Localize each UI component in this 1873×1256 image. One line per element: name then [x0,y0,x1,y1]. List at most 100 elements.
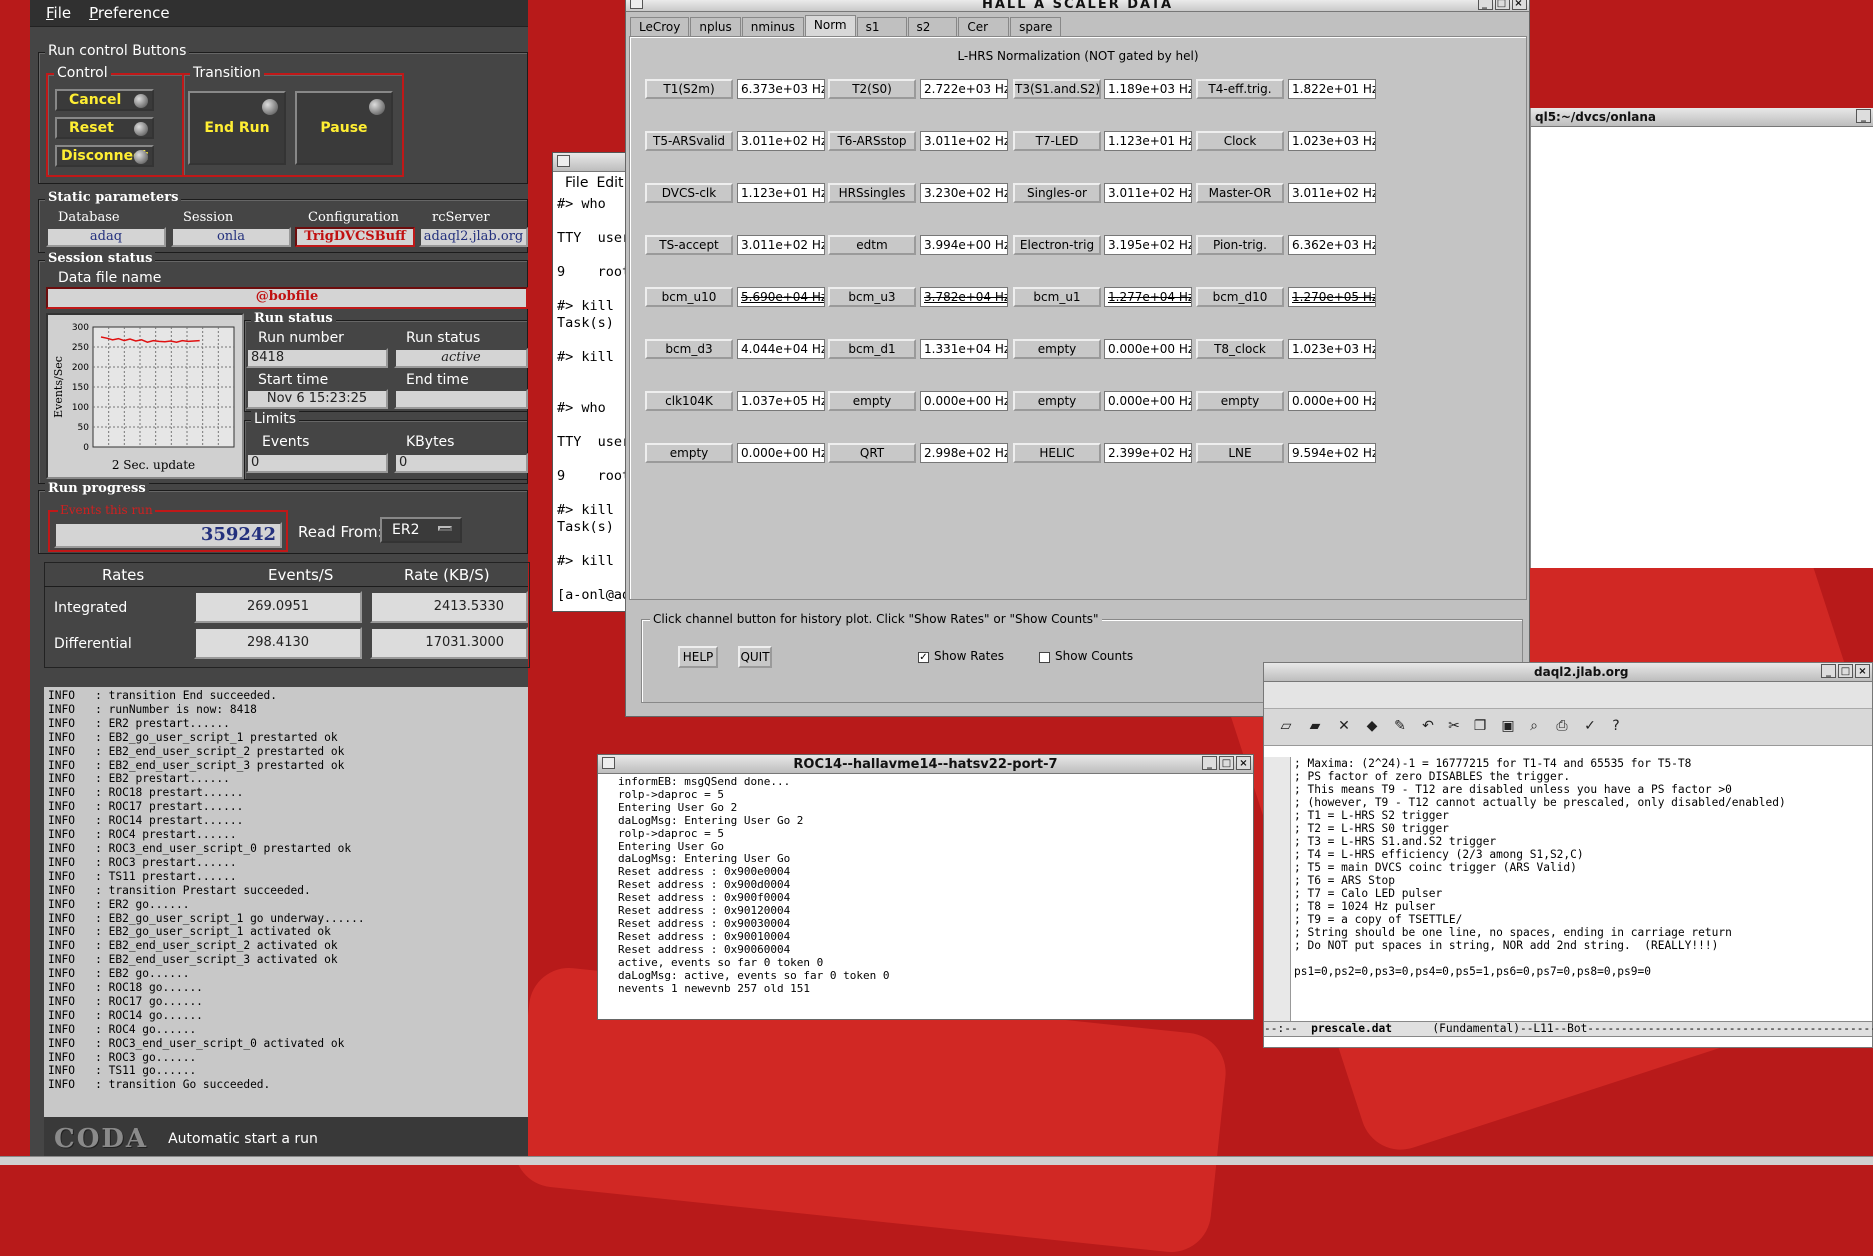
help-icon[interactable]: ? [1608,718,1624,734]
channel-button[interactable]: bcm_u3 [828,287,916,307]
channel-button[interactable]: T5-ARSvalid [645,131,733,151]
channel-button[interactable]: T1(S2m) [645,79,733,99]
print-icon[interactable]: ⎙ [1554,718,1570,734]
tab-s2[interactable]: s2 [907,17,958,36]
emacs-window[interactable]: daql2.jlab.org _ □ × ▱ ▰ ✕ ◆ ✎ ↶ ✂ ❐ ▣ ⌕… [1263,662,1873,1048]
close-icon[interactable]: × [1236,756,1251,770]
tab-spare[interactable]: spare [1010,17,1062,36]
message-log[interactable]: INFO : transition End succeeded. INFO : … [44,687,528,1117]
menu-preference[interactable]: Preference [89,4,169,22]
scaler-titlebar[interactable]: HALL A SCALER DATA _ □ × [626,0,1529,12]
quit-button[interactable]: QUIT [738,646,772,668]
channel-button[interactable]: empty [1013,391,1101,411]
emacs-buffer-text[interactable]: ; Maxima: (2^24)-1 = 16777215 for T1-T4 … [1294,757,1872,978]
terminal-titlebar[interactable] [553,153,629,172]
ql5-window[interactable]: ql5:~/dvcs/onlana _ [1530,108,1873,568]
reset-button[interactable]: Reset [55,117,154,139]
minimize-icon[interactable]: _ [1478,0,1493,10]
cut-icon[interactable]: ✂ [1446,718,1462,734]
channel-button[interactable]: T7-LED [1013,131,1101,151]
maximize-icon[interactable]: □ [1495,0,1510,10]
channel-button[interactable]: Master-OR [1196,183,1284,203]
channel-button[interactable]: TS-accept [645,235,733,255]
minimize-icon[interactable]: _ [1856,109,1871,123]
save-as-icon[interactable]: ✎ [1392,718,1408,734]
cancel-button[interactable]: Cancel [55,89,154,111]
menu-edit[interactable]: Edit [596,175,623,191]
kbytes-limit-input[interactable]: 0 [394,453,528,473]
channel-button[interactable]: T6-ARSstop [828,131,916,151]
channel-button[interactable]: Singles-or [1013,183,1101,203]
channel-button[interactable]: empty [645,443,733,463]
window-menu-icon[interactable] [557,155,570,167]
runcontrol-window[interactable]: File Preference Run control Buttons Cont… [30,0,530,1164]
show-rates-checkbox[interactable]: ✓ [918,652,929,663]
read-from-select[interactable]: ER2 [380,517,462,543]
tab-lecroy[interactable]: LeCroy [630,17,690,36]
terminal-window[interactable]: File Edit #> who TTY user 9 root #> kill… [552,152,630,612]
channel-button[interactable]: bcm_d10 [1196,287,1284,307]
menu-file[interactable]: File [565,175,588,191]
kbytes-limit-label: KBytes [406,434,455,450]
database-label: Database [58,210,120,225]
roc-window[interactable]: ROC14--hallavme14--hatsv22-port-7 _ □ × … [597,754,1254,1020]
open-folder-icon[interactable]: ▰ [1307,718,1323,734]
channel-button[interactable]: edtm [828,235,916,255]
help-button[interactable]: HELP [678,646,718,668]
tab-cer[interactable]: Cer [958,17,1010,36]
window-menu-icon[interactable] [630,0,643,9]
close-buffer-icon[interactable]: ✕ [1336,718,1352,734]
channel-button[interactable]: bcm_d3 [645,339,733,359]
close-icon[interactable]: × [1512,0,1527,10]
search-icon[interactable]: ⌕ [1526,718,1542,734]
show-counts-checkbox[interactable] [1039,652,1050,663]
ql5-titlebar[interactable]: ql5:~/dvcs/onlana _ [1531,108,1873,127]
events-limit-input[interactable]: 0 [246,453,388,473]
undo-icon[interactable]: ↶ [1420,718,1436,734]
save-icon[interactable]: ◆ [1364,718,1380,734]
end-run-button[interactable]: End Run [188,91,286,165]
emacs-titlebar[interactable]: daql2.jlab.org _ □ × [1264,663,1872,682]
channel-button[interactable]: bcm_u1 [1013,287,1101,307]
preferences-icon[interactable]: ✓ [1582,718,1598,734]
channel-button[interactable]: Clock [1196,131,1284,151]
channel-button[interactable]: HELIC [1013,443,1101,463]
channel-button[interactable]: T8_clock [1196,339,1284,359]
maximize-icon[interactable]: □ [1219,756,1234,770]
emacs-scrollbar[interactable] [1264,757,1291,1021]
channel-button[interactable]: QRT [828,443,916,463]
channel-button[interactable]: bcm_d1 [828,339,916,359]
window-menu-icon[interactable] [602,757,615,769]
channel-button[interactable]: DVCS-clk [645,183,733,203]
maximize-icon[interactable]: □ [1838,664,1853,678]
channel-button[interactable]: bcm_u10 [645,287,733,307]
channel-button[interactable]: T2(S0) [828,79,916,99]
minimize-icon[interactable]: _ [1821,664,1836,678]
channel-button[interactable]: HRSsingles [828,183,916,203]
channel-button[interactable]: Electron-trig [1013,235,1101,255]
channel-button[interactable]: T4-eff.trig. [1196,79,1284,99]
tab-nplus[interactable]: nplus [690,17,741,36]
roc-console-text[interactable]: informEB: msgQSend done... rolp->daproc … [598,774,1253,997]
new-file-icon[interactable]: ▱ [1278,718,1294,734]
channel-button[interactable]: T3(S1.and.S2) [1013,79,1101,99]
paste-icon[interactable]: ▣ [1500,718,1516,734]
close-icon[interactable]: × [1855,664,1870,678]
scaler-window[interactable]: HALL A SCALER DATA _ □ × LeCroy nplus nm… [625,0,1530,717]
minimize-icon[interactable]: _ [1202,756,1217,770]
pause-button[interactable]: Pause [295,91,393,165]
channel-button[interactable]: clk104K [645,391,733,411]
terminal-text[interactable]: #> who TTY user 9 root #> kill Task(s) #… [553,194,630,606]
disconnect-button[interactable]: Disconnect [55,145,154,167]
channel-button[interactable]: empty [1013,339,1101,359]
channel-button[interactable]: LNE [1196,443,1284,463]
menu-file[interactable]: File [46,4,71,22]
tab-s1[interactable]: s1 [856,17,907,36]
channel-button[interactable]: empty [828,391,916,411]
tab-norm[interactable]: Norm [804,15,856,36]
channel-button[interactable]: Pion-trig. [1196,235,1284,255]
channel-button[interactable]: empty [1196,391,1284,411]
roc-titlebar[interactable]: ROC14--hallavme14--hatsv22-port-7 _ □ × [598,755,1253,774]
copy-icon[interactable]: ❐ [1472,718,1488,734]
tab-nminus[interactable]: nminus [741,17,804,36]
